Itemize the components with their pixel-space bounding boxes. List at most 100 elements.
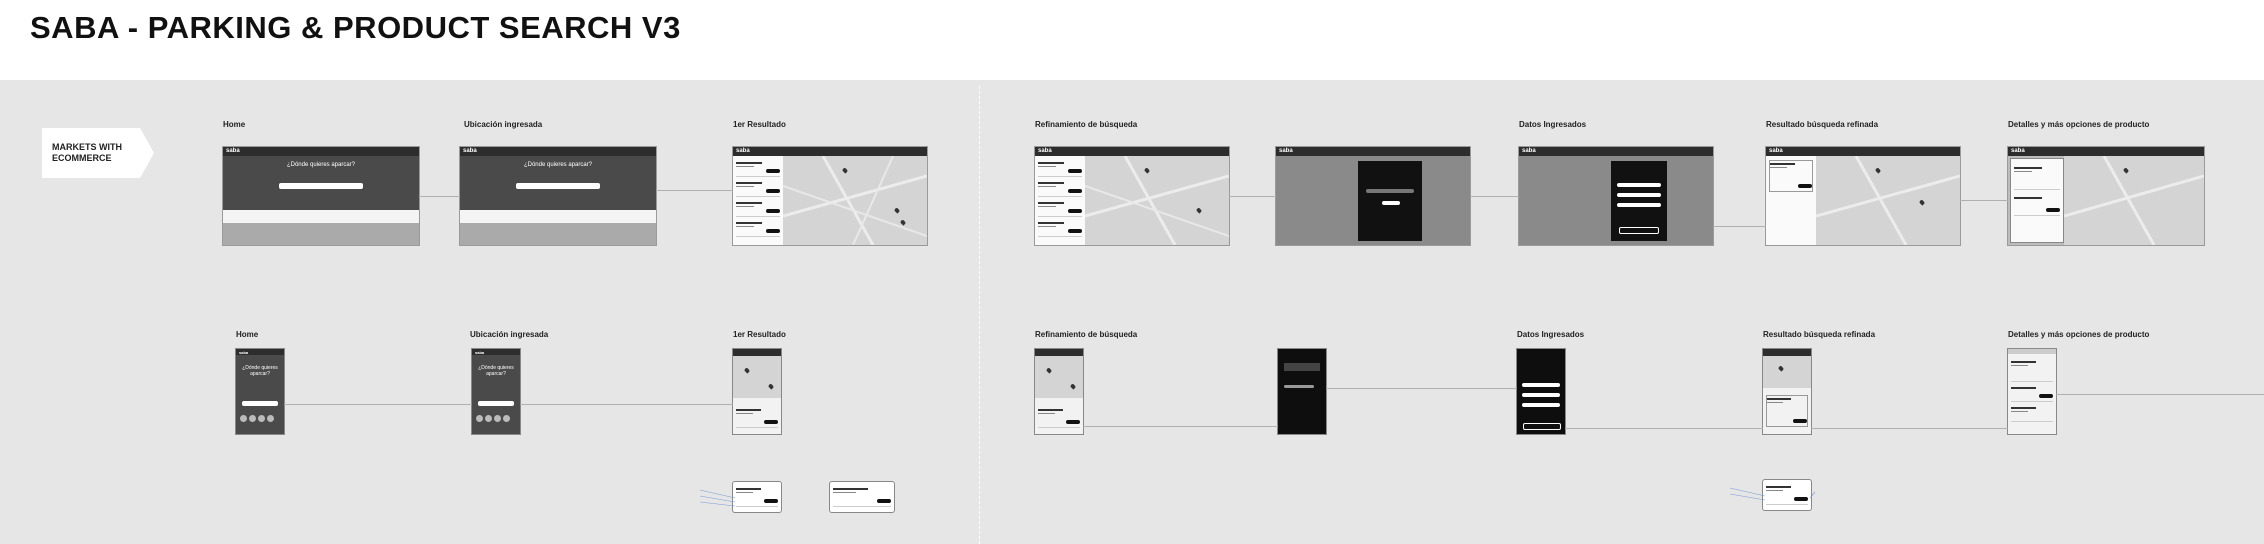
- page-title: SABA - PARKING & PRODUCT SEARCH V3: [30, 10, 681, 45]
- desktop-home-screen[interactable]: saba ¿Dónde quieres aparcar?: [223, 147, 419, 245]
- modal-field[interactable]: [1522, 383, 1560, 387]
- service-icon[interactable]: [476, 415, 483, 422]
- map-view[interactable]: [2063, 155, 2204, 245]
- search-input[interactable]: [478, 401, 514, 406]
- annotation-lines: [1729, 487, 1816, 501]
- map-streets: [782, 155, 927, 245]
- list-item[interactable]: [1766, 395, 1808, 427]
- list-item[interactable]: [736, 180, 780, 197]
- service-icon[interactable]: [240, 415, 247, 422]
- saba-logo: saba: [239, 350, 249, 355]
- detail-item[interactable]: [2014, 165, 2060, 190]
- detail-item[interactable]: [2014, 195, 2060, 216]
- list-item[interactable]: [736, 407, 778, 428]
- map-pin-icon[interactable]: [1045, 367, 1053, 374]
- service-icon[interactable]: [258, 415, 265, 422]
- service-icon[interactable]: [485, 415, 492, 422]
- map-view[interactable]: [782, 155, 927, 245]
- label-mobile-refine: Refinamiento de búsqueda: [1035, 330, 1138, 339]
- mobile-refine-screen[interactable]: [1035, 349, 1083, 434]
- map-view[interactable]: [733, 356, 781, 398]
- flow-connector: [1326, 388, 1517, 389]
- detail-item[interactable]: [2011, 405, 2053, 422]
- search-input[interactable]: [279, 183, 363, 189]
- saba-logo: saba: [1279, 148, 1293, 154]
- map-view[interactable]: [1763, 356, 1811, 388]
- modal-button[interactable]: [1382, 201, 1400, 205]
- desktop-first-result-screen[interactable]: saba: [733, 147, 927, 245]
- map-pin-icon[interactable]: [1069, 383, 1077, 390]
- modal-submit-button[interactable]: [1619, 227, 1659, 234]
- modal-submit-button[interactable]: [1523, 423, 1561, 430]
- mobile-details-screen[interactable]: [2008, 349, 2056, 434]
- list-item[interactable]: [1038, 200, 1082, 217]
- list-item[interactable]: [1038, 180, 1082, 197]
- flow-connector: [419, 196, 460, 197]
- mobile-home-screen[interactable]: saba ¿Dónde quieres aparcar?: [236, 349, 284, 434]
- saba-logo: saba: [475, 350, 485, 355]
- hero-question: ¿Dónde quieres aparcar?: [478, 365, 514, 377]
- flow-connector: [1811, 428, 2008, 429]
- label-desktop-location: Ubicación ingresada: [464, 120, 543, 129]
- desktop-modal-screen[interactable]: saba: [1276, 147, 1470, 245]
- desktop-details-screen[interactable]: saba: [2008, 147, 2204, 245]
- modal-option[interactable]: [1284, 385, 1314, 388]
- map-pin-icon[interactable]: [1777, 365, 1785, 372]
- mobile-data-entered-screen[interactable]: [1517, 349, 1565, 434]
- hero-question: ¿Dónde quieres aparcar?: [242, 365, 278, 377]
- mobile-modal-screen[interactable]: [1278, 349, 1326, 434]
- list-item[interactable]: [736, 160, 780, 177]
- detail-item[interactable]: [2011, 385, 2053, 402]
- service-icon[interactable]: [494, 415, 501, 422]
- service-icon[interactable]: [267, 415, 274, 422]
- desktop-refine-screen[interactable]: saba: [1035, 147, 1229, 245]
- mobile-refined-result-screen[interactable]: [1763, 349, 1811, 434]
- mobile-first-result-screen[interactable]: [733, 349, 781, 434]
- hero-section: ¿Dónde quieres aparcar?: [460, 156, 656, 210]
- hero-question: ¿Dónde quieres aparcar?: [286, 162, 356, 168]
- map-view[interactable]: [1035, 356, 1083, 398]
- desktop-data-entered-screen[interactable]: saba: [1519, 147, 1713, 245]
- nav-bar: saba: [2008, 147, 2204, 156]
- modal-field[interactable]: [1617, 183, 1661, 187]
- flow-connector: [1565, 428, 1763, 429]
- data-modal[interactable]: [1611, 161, 1667, 241]
- results-list: [733, 156, 783, 245]
- results-list: [1766, 156, 1816, 245]
- modal-field[interactable]: [1522, 403, 1560, 407]
- service-icon[interactable]: [503, 415, 510, 422]
- hero-section: ¿Dónde quieres aparcar?: [223, 156, 419, 210]
- list-item[interactable]: [1769, 160, 1813, 192]
- label-desktop-refined-result: Resultado búsqueda refinada: [1766, 120, 1879, 129]
- flow-connector: [1960, 200, 2008, 201]
- search-input[interactable]: [242, 401, 278, 406]
- modal-field[interactable]: [1617, 193, 1661, 197]
- map-pin-icon[interactable]: [743, 367, 751, 374]
- list-item[interactable]: [1038, 407, 1080, 428]
- refine-modal[interactable]: [1358, 161, 1422, 241]
- service-icon[interactable]: [249, 415, 256, 422]
- nav-bar: [733, 349, 781, 356]
- label-mobile-location: Ubicación ingresada: [470, 330, 549, 339]
- list-item[interactable]: [1038, 160, 1082, 177]
- flow-connector: [1229, 196, 1276, 197]
- saba-logo: saba: [1038, 148, 1052, 154]
- map-pin-icon[interactable]: [767, 383, 775, 390]
- footer-band: [460, 223, 656, 245]
- list-item[interactable]: [736, 220, 780, 237]
- list-item[interactable]: [1038, 220, 1082, 237]
- list-item[interactable]: [736, 200, 780, 217]
- label-mobile-first-result: 1er Resultado: [733, 330, 786, 339]
- label-mobile-data-entered: Datos Ingresados: [1517, 330, 1585, 339]
- modal-field[interactable]: [1617, 203, 1661, 207]
- desktop-refined-result-screen[interactable]: saba: [1766, 147, 1960, 245]
- desktop-location-screen[interactable]: saba ¿Dónde quieres aparcar?: [460, 147, 656, 245]
- map-view[interactable]: [1815, 155, 1960, 245]
- detail-item[interactable]: [2011, 359, 2053, 382]
- search-input[interactable]: [516, 183, 600, 189]
- map-view[interactable]: [1084, 155, 1229, 245]
- modal-field[interactable]: [1522, 393, 1560, 397]
- modal-option[interactable]: [1366, 189, 1414, 193]
- nav-bar: saba: [1035, 147, 1229, 156]
- mobile-location-screen[interactable]: saba ¿Dónde quieres aparcar?: [472, 349, 520, 434]
